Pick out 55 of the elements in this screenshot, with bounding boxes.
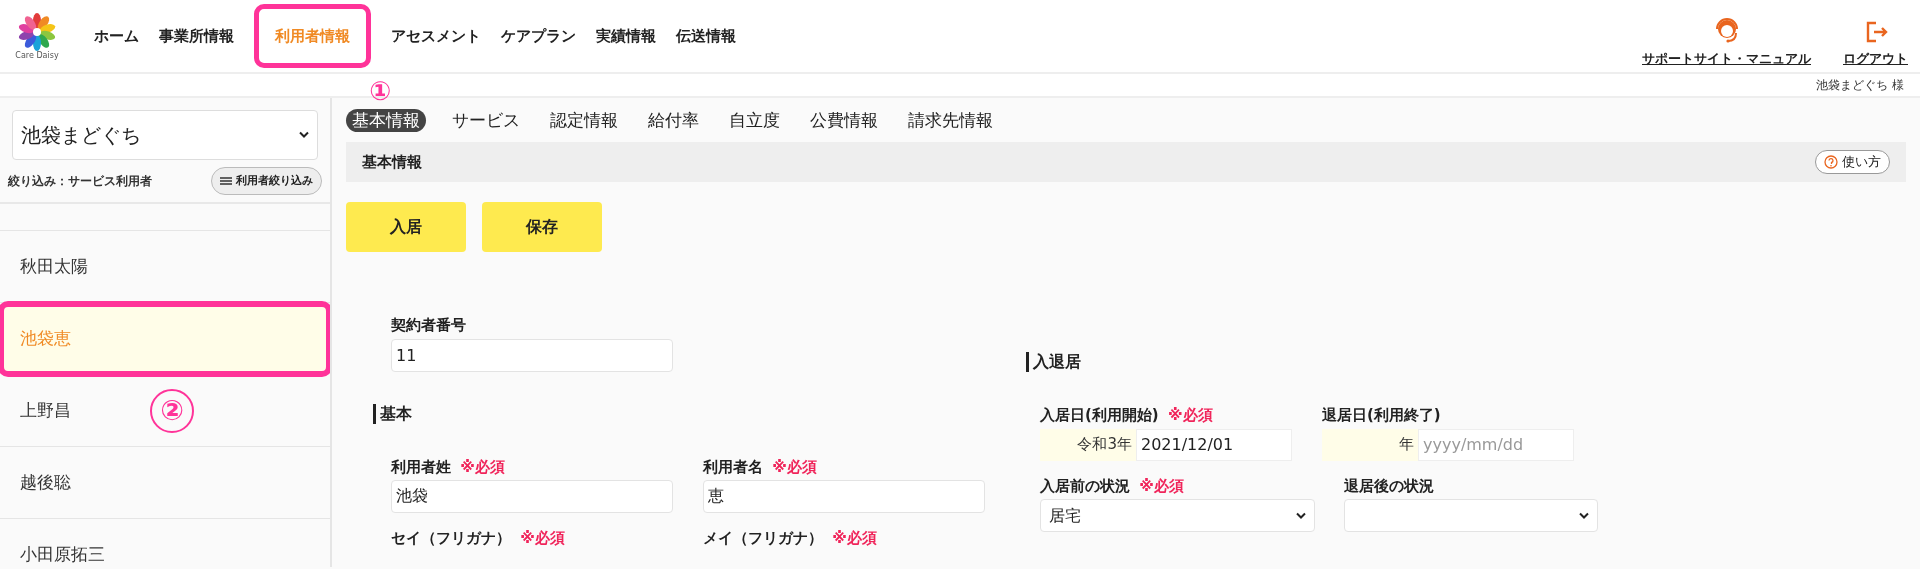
dropdown-select[interactable]: 居宅	[1040, 499, 1315, 532]
field-label: 契約者番号	[391, 315, 467, 336]
nav-link[interactable]: 伝送情報	[668, 16, 744, 56]
chevron-down-icon	[1579, 511, 1589, 520]
text-input-field[interactable]: 11	[391, 338, 673, 372]
nav-link[interactable]: アセスメント	[383, 16, 489, 56]
tab[interactable]: 基本情報	[346, 108, 426, 132]
question-circle-icon	[1824, 155, 1838, 169]
callout-number: ②	[150, 389, 194, 433]
user-list-item[interactable]: 越後聡	[0, 447, 330, 519]
tab[interactable]: サービス	[448, 111, 524, 129]
office-select[interactable]: 池袋まどぐち	[12, 110, 318, 160]
field-label: セイ（フリガナ） ※必須	[391, 528, 566, 549]
section-marker	[1026, 352, 1029, 372]
tab[interactable]: 自立度	[725, 111, 784, 129]
tab[interactable]: 給付率	[644, 111, 703, 129]
section-heading: 入退居	[1033, 351, 1081, 373]
section-marker	[373, 403, 376, 424]
user-list-item[interactable]: 小田原拓三	[0, 519, 330, 567]
date-input-field[interactable]: yyyy/mm/dd	[1418, 428, 1574, 461]
era-label: 令和3年	[1040, 428, 1136, 461]
dropdown-select[interactable]	[1344, 499, 1598, 532]
field-label: 利用者名 ※必須	[703, 456, 818, 478]
tab[interactable]: 請求先情報	[904, 111, 997, 129]
field-label: 退居日(利用終了)	[1322, 405, 1442, 426]
field-label: 利用者姓 ※必須	[391, 456, 506, 478]
action-button[interactable]: 入居	[346, 202, 466, 252]
date-input-field[interactable]: 2021/12/01	[1136, 428, 1292, 461]
action-button[interactable]: 保存	[482, 202, 602, 252]
user-filter-button[interactable]: 利用者絞り込み	[211, 167, 322, 195]
era-label: 年	[1322, 428, 1418, 461]
tab[interactable]: 認定情報	[546, 111, 622, 129]
chevron-down-icon	[1296, 511, 1306, 520]
text-input-field[interactable]: 恵	[703, 480, 985, 513]
support-site-link[interactable]: サポートサイト・マニュアル	[1642, 49, 1811, 69]
chevron-down-icon	[299, 131, 309, 139]
help-button[interactable]: 使い方	[1815, 150, 1890, 174]
nav-link[interactable]: ケアプラン	[493, 16, 584, 56]
user-greeting: 池袋まどぐち 様	[1816, 77, 1904, 94]
tab[interactable]: 公費情報	[806, 111, 882, 129]
section-title: 基本情報	[362, 151, 422, 173]
nav-link[interactable]: 実績情報	[588, 16, 664, 56]
callout-number: ①	[369, 78, 391, 105]
logo-text: Care Daisy	[15, 52, 59, 60]
logout-link[interactable]: ログアウト	[1843, 49, 1908, 69]
flower-logo-icon	[17, 12, 57, 52]
field-label: 入居前の状況 ※必須	[1040, 475, 1185, 497]
field-label: メイ（フリガナ） ※必須	[703, 528, 878, 549]
field-label: 退居後の状況	[1344, 475, 1435, 497]
section-heading: 基本	[380, 402, 412, 425]
text-input-field[interactable]: 池袋	[391, 480, 673, 513]
filter-label: 絞り込み：サービス利用者	[8, 173, 152, 190]
nav-link[interactable]: 事業所情報	[151, 16, 242, 56]
field-label: 入居日(利用開始) ※必須	[1040, 405, 1214, 426]
nav-link[interactable]: ホーム	[86, 16, 147, 56]
